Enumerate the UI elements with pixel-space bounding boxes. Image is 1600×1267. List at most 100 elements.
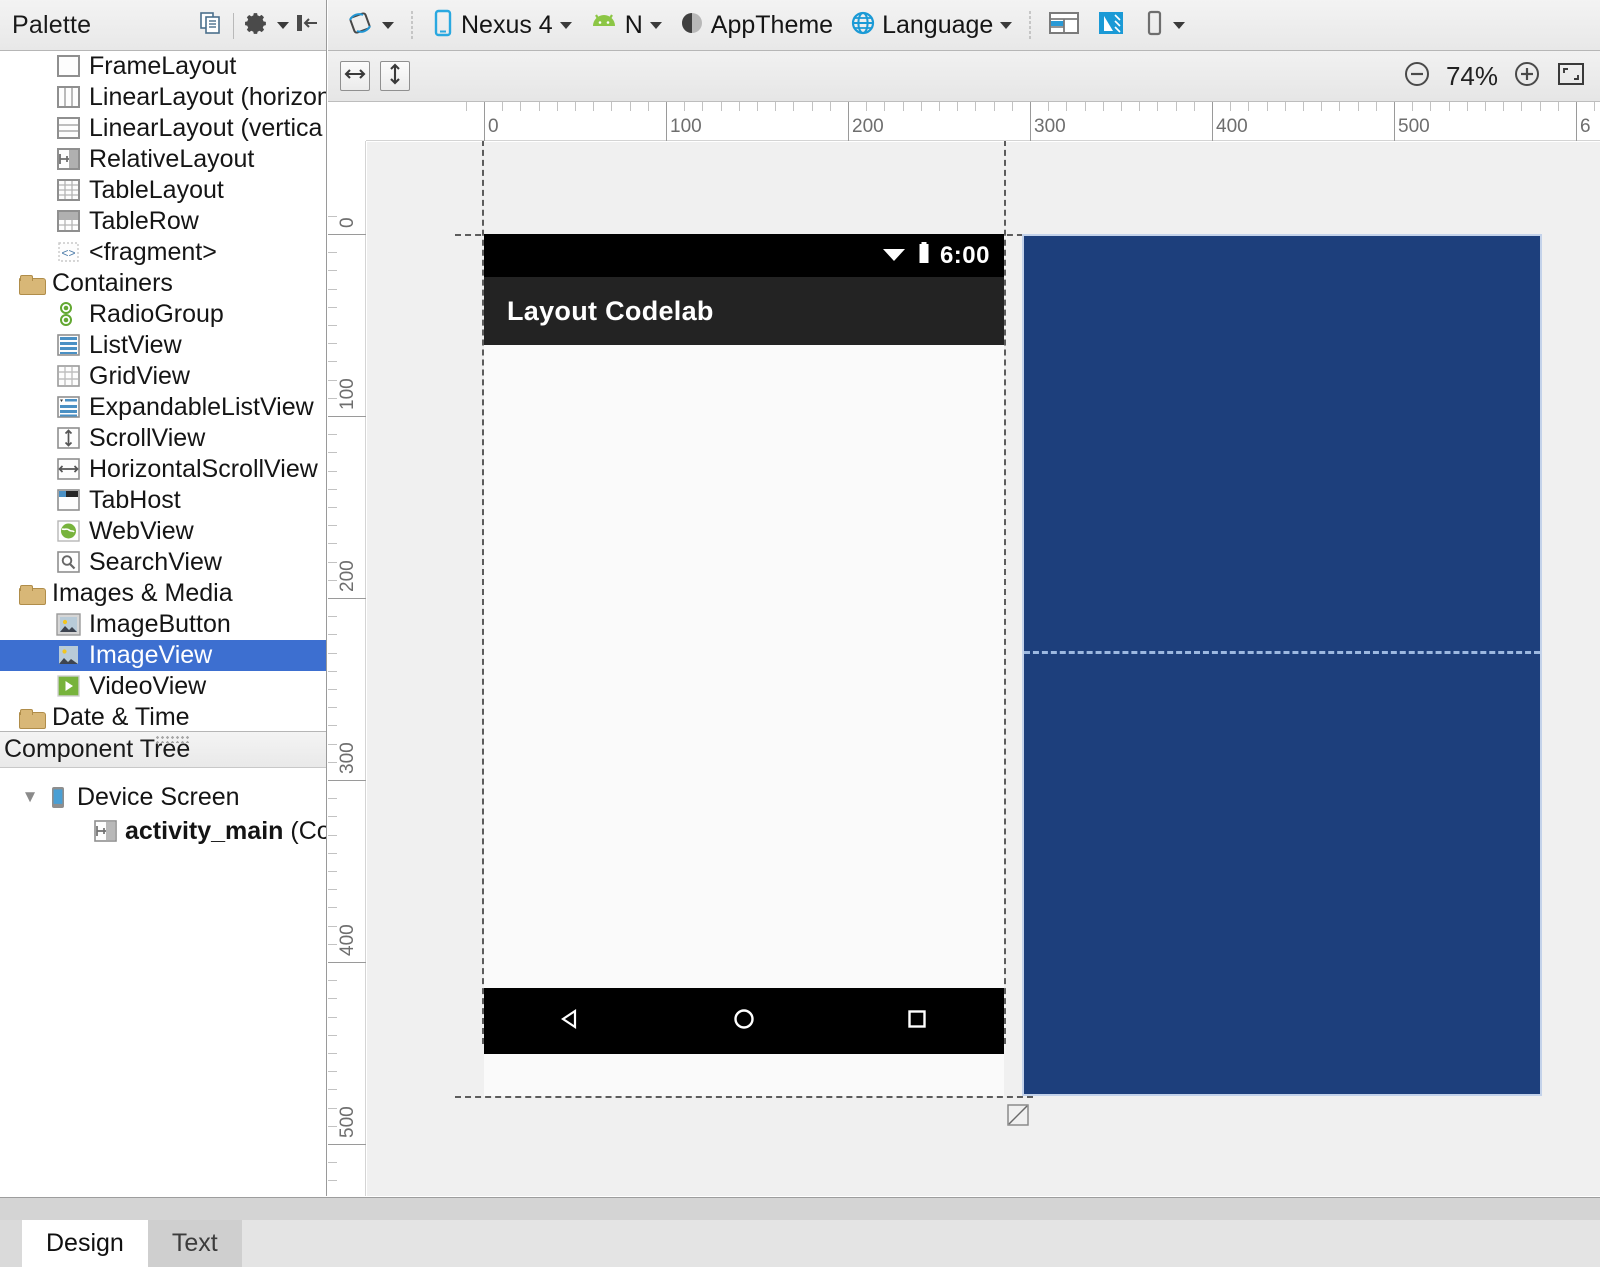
android-studio-layout-editor: Palette FrameLayout LinearLayout (horizo… — [0, 0, 1600, 1267]
device-selector[interactable]: Nexus 4 — [423, 5, 579, 45]
device-list-button[interactable] — [1135, 5, 1192, 45]
drag-preview-overlay[interactable] — [1022, 234, 1542, 1096]
palette-item-radiogroup[interactable]: RadioGroup — [0, 299, 326, 330]
ruler-tick — [957, 102, 959, 111]
linear-layout-vertical-icon — [55, 116, 82, 141]
api-selector[interactable]: N — [581, 5, 669, 45]
tab-host-icon — [55, 488, 82, 513]
palette-item-tablelayout[interactable]: TableLayout — [0, 175, 326, 206]
palette-item-horizontalscrollview[interactable]: HorizontalScrollView — [0, 454, 326, 485]
nav-recents-icon[interactable] — [900, 1002, 934, 1041]
collapse-panel-icon[interactable] — [295, 11, 319, 40]
theme-selector[interactable]: AppTheme — [671, 5, 840, 45]
image-view-icon — [55, 643, 82, 668]
chevron-down-icon[interactable]: ▼ — [16, 787, 44, 807]
ruler-tick — [328, 907, 337, 909]
tab-text[interactable]: Text — [147, 1220, 242, 1267]
panel-resize-grip[interactable] — [155, 735, 189, 743]
ruler-tick — [328, 943, 337, 945]
ruler-tick — [1193, 102, 1195, 111]
zoom-level-label: 74% — [1445, 61, 1498, 91]
palette-item-webview[interactable]: WebView — [0, 516, 326, 547]
chevron-down-icon[interactable] — [559, 21, 572, 29]
ruler-tick — [328, 652, 337, 654]
design-surface[interactable]: 6:00 Layout Codelab — [367, 120, 1600, 1196]
ruler-tick — [1175, 102, 1177, 111]
ruler-label: 200 — [852, 116, 884, 137]
ruler-tick — [1430, 102, 1432, 111]
palette-item-tablerow[interactable]: TableRow — [0, 206, 326, 237]
content-area[interactable] — [484, 345, 1004, 988]
zoom-fit-icon[interactable] — [1556, 61, 1586, 92]
ruler-tick — [328, 816, 337, 818]
chevron-down-icon[interactable] — [649, 21, 662, 29]
ruler-tick — [465, 102, 467, 111]
ruler-tick — [975, 102, 977, 111]
layout-variants-button[interactable] — [1041, 5, 1087, 45]
ruler-tick — [993, 102, 995, 111]
palette-list[interactable]: FrameLayout LinearLayout (horizon Linear… — [0, 51, 326, 731]
gear-dropdown-caret[interactable] — [277, 22, 289, 29]
radio-group-icon — [55, 302, 82, 327]
guide-line-bottom — [455, 1096, 1033, 1098]
palette-item-scrollview[interactable]: ScrollView — [0, 423, 326, 454]
nav-back-icon[interactable] — [554, 1002, 588, 1041]
device-preview[interactable]: 6:00 Layout Codelab — [484, 234, 1004, 1096]
zoom-out-icon[interactable] — [1402, 59, 1432, 94]
palette-item-linearlayout-horizontal[interactable]: LinearLayout (horizon — [0, 82, 326, 113]
palette-item-videoview[interactable]: VideoView — [0, 671, 326, 702]
chevron-down-icon[interactable] — [1000, 21, 1013, 29]
vertical-ruler[interactable]: 0 100 200 300 400 500 — [328, 102, 366, 1196]
language-selector[interactable]: Language — [842, 5, 1019, 45]
drop-target-guide — [1024, 651, 1540, 654]
palette-item-tabhost[interactable]: TabHost — [0, 485, 326, 516]
ruler-tick — [775, 102, 777, 111]
palette-item-fragment[interactable]: <> <fragment> — [0, 237, 326, 268]
palette-group-containers[interactable]: Containers — [0, 268, 326, 299]
palette-item-label: TableLayout — [89, 176, 224, 204]
expandable-list-view-icon — [55, 395, 82, 420]
orientation-button[interactable] — [338, 5, 401, 45]
chevron-down-icon[interactable] — [1173, 21, 1186, 29]
ruler-tick — [1557, 102, 1559, 111]
zoom-in-icon[interactable] — [1512, 59, 1542, 94]
palette-item-imageview[interactable]: ImageView — [0, 640, 326, 671]
chevron-down-icon[interactable] — [382, 21, 394, 29]
copy-icon[interactable] — [199, 11, 223, 40]
canvas-resize-handle[interactable] — [1007, 1104, 1029, 1126]
tree-node-activity-main[interactable]: activity_main (Co — [0, 814, 326, 848]
blueprint-mode-button[interactable] — [1089, 5, 1133, 45]
palette-item-searchview[interactable]: SearchView — [0, 547, 326, 578]
palette-item-framelayout[interactable]: FrameLayout — [0, 51, 326, 82]
theme-contrast-icon — [678, 8, 706, 43]
list-view-icon — [55, 333, 82, 358]
palette-group-images-media[interactable]: Images & Media — [0, 578, 326, 609]
fill-height-button[interactable] — [380, 61, 410, 91]
globe-icon — [849, 8, 877, 43]
palette-item-gridview[interactable]: GridView — [0, 361, 326, 392]
ruler-tick — [884, 102, 886, 111]
battery-icon — [917, 241, 931, 270]
ruler-label: 300 — [1034, 116, 1066, 137]
component-tree-body[interactable]: ▼ Device Screen activity_main (Co — [0, 768, 326, 848]
video-view-icon — [55, 674, 82, 699]
horizontal-ruler[interactable]: 0 100 200 300 400 500 6 — [328, 102, 1600, 141]
tab-strip-filler — [241, 1220, 1600, 1267]
tree-node-device-screen[interactable]: ▼ Device Screen — [0, 780, 326, 814]
grid-view-icon — [55, 364, 82, 389]
palette-group-date-time[interactable]: Date & Time — [0, 702, 326, 731]
ruler-tick — [328, 1144, 366, 1145]
tab-design[interactable]: Design — [22, 1220, 148, 1267]
palette-item-listview[interactable]: ListView — [0, 330, 326, 361]
nav-home-icon[interactable] — [727, 1002, 761, 1041]
palette-item-imagebutton[interactable]: ImageButton — [0, 609, 326, 640]
ruler-tick — [328, 416, 366, 417]
palette-item-relativelayout[interactable]: RelativeLayout — [0, 144, 326, 175]
device-list-icon — [1142, 9, 1166, 42]
design-canvas[interactable]: 6:00 Layout Codelab 0 100 200 300 400 50… — [328, 102, 1600, 1196]
palette-item-linearlayout-vertical[interactable]: LinearLayout (vertica — [0, 113, 326, 144]
palette-item-expandablelistview[interactable]: ExpandableListView — [0, 392, 326, 423]
gear-icon[interactable] — [244, 11, 269, 41]
ruler-tick — [1066, 102, 1068, 111]
fill-width-button[interactable] — [340, 61, 370, 91]
